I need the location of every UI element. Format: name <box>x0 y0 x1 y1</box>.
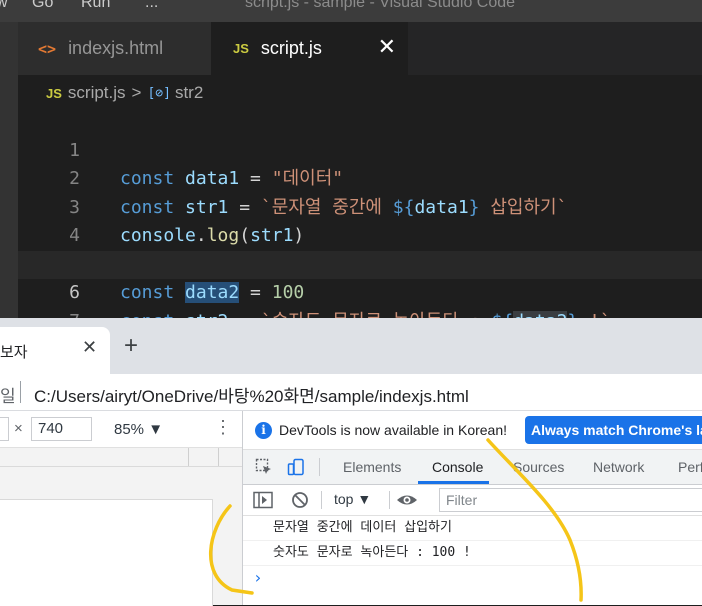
menu-item-view[interactable]: w <box>0 0 8 12</box>
breadcrumb-separator-icon: > <box>131 83 142 102</box>
devtools-panel: i DevTools is now available in Korean! A… <box>242 411 702 605</box>
address-bar[interactable]: 일 C:/Users/airyt/OneDrive/바탕%20화면/sample… <box>0 374 702 411</box>
browser-tab[interactable]: 보자 ✕ <box>0 327 110 374</box>
activity-bar <box>0 22 18 318</box>
live-expression-eye-icon[interactable] <box>396 491 418 509</box>
js-file-icon: JS <box>46 85 62 101</box>
title-bar: w Go Run ... script.js - sample - Visual… <box>0 0 702 22</box>
code-line: 2 const str1 = `문자열 중간에 ${data1} 삽입하기` <box>18 137 702 218</box>
console-message-text: 숫자도 문자로 녹아든다 : 100 ! <box>273 545 471 560</box>
filter-input[interactable]: Filter <box>439 488 702 512</box>
window-title: script.js - sample - Visual Studio Code <box>245 0 516 11</box>
tab-sources[interactable]: Sources <box>513 450 564 484</box>
console-prompt-icon[interactable]: › <box>253 568 263 587</box>
code-line: 3 console.log(str1) <box>18 165 702 247</box>
infobar-text: DevTools is now available in Korean! <box>279 422 508 438</box>
code-line-current: 6 const str2 = `숫자도 문자로 녹아든다 : ${data2} … <box>18 250 702 332</box>
height-input[interactable]: 740 <box>31 417 92 441</box>
width-input[interactable] <box>0 417 9 441</box>
close-tab-icon[interactable]: ✕ <box>378 34 396 60</box>
code-editor[interactable]: 1 const data1 = "데이터" 2 const str1 = `문자… <box>18 108 702 361</box>
new-tab-button[interactable]: + <box>124 332 138 360</box>
devtools-tab-bar: Elements Console Sources Network Perf <box>243 450 702 485</box>
devtools-infobar: i DevTools is now available in Korean! A… <box>243 411 702 450</box>
code-line: 4 <box>18 194 702 246</box>
vscode-window: w Go Run ... script.js - sample - Visual… <box>0 0 702 361</box>
url-scheme-label: 일 <box>0 387 16 406</box>
code-line: 5 const data2 = 100 <box>18 222 702 303</box>
console-messages: 문자열 중간에 데이터 삽입하기 숫자도 문자로 녹아든다 : 100 ! › <box>243 516 702 605</box>
variable-symbol-icon: [⊘] <box>147 85 171 101</box>
tab-label: indexjs.html <box>68 38 164 58</box>
ruler-segment <box>218 448 243 466</box>
show-sidebar-icon[interactable] <box>253 491 273 509</box>
browser-tab-title: 보자 <box>0 344 28 361</box>
code-line: 1 const data1 = "데이터" <box>18 108 702 190</box>
tab-indexjs-html[interactable]: <> indexjs.html <box>18 22 211 75</box>
device-toolbar: × 740 85% ▼ ⋮ <box>0 411 242 448</box>
inspect-element-icon[interactable] <box>255 458 273 476</box>
media-query-ruler <box>0 448 242 467</box>
context-select[interactable]: top ▼ <box>334 491 371 507</box>
toolbar-divider <box>319 458 320 476</box>
clear-console-icon[interactable] <box>291 491 309 509</box>
tab-script-js[interactable]: JS script.js ✕ <box>211 22 408 75</box>
js-file-icon: JS <box>233 41 249 56</box>
match-language-button[interactable]: Always match Chrome's la <box>525 416 702 444</box>
active-tab-indicator <box>418 481 489 484</box>
device-toolbar-icon[interactable] <box>287 458 305 476</box>
device-viewport-pane: × 740 85% ▼ ⋮ <box>0 411 242 606</box>
tab-performance[interactable]: Perf <box>678 450 702 484</box>
info-icon: i <box>255 422 272 439</box>
browser-tab-strip: 보자 ✕ + <box>0 318 702 374</box>
chrome-window: 보자 ✕ + 일 C:/Users/airyt/OneDrive/바탕%20화면… <box>0 318 702 606</box>
console-toolbar: top ▼ Filter <box>243 485 702 516</box>
editor-tab-bar: <> indexjs.html JS script.js ✕ <box>18 22 702 75</box>
zoom-select[interactable]: 85% ▼ <box>114 421 163 438</box>
code-line: 7 console.log(str2) <box>18 279 702 361</box>
html-file-icon: <> <box>38 39 57 58</box>
toolbar-divider <box>321 491 322 509</box>
dimension-separator: × <box>14 420 23 437</box>
console-message-text: 문자열 중간에 데이터 삽입하기 <box>273 520 452 535</box>
more-options-icon[interactable]: ⋮ <box>214 417 232 438</box>
tab-label: script.js <box>260 38 322 58</box>
ruler-segment <box>188 448 219 466</box>
tab-console[interactable]: Console <box>432 450 483 484</box>
url-divider <box>20 381 21 403</box>
breadcrumb: JS script.js > [⊘] str2 <box>46 80 203 106</box>
menu-more-button[interactable]: ... <box>145 0 158 12</box>
close-tab-icon[interactable]: ✕ <box>82 337 97 358</box>
console-message: 문자열 중간에 데이터 삽입하기 <box>243 516 702 541</box>
toolbar-divider <box>389 491 390 509</box>
breadcrumb-file[interactable]: script.js <box>68 83 126 103</box>
breadcrumb-symbol[interactable]: str2 <box>175 83 203 103</box>
tab-network[interactable]: Network <box>593 450 644 484</box>
menu-item-run[interactable]: Run <box>81 0 110 12</box>
console-message: 숫자도 문자로 녹아든다 : 100 ! <box>243 541 702 566</box>
page-viewport[interactable] <box>0 499 213 606</box>
url-text[interactable]: C:/Users/airyt/OneDrive/바탕%20화면/sample/i… <box>34 382 469 407</box>
tab-elements[interactable]: Elements <box>343 450 401 484</box>
menu-item-go[interactable]: Go <box>32 0 53 12</box>
